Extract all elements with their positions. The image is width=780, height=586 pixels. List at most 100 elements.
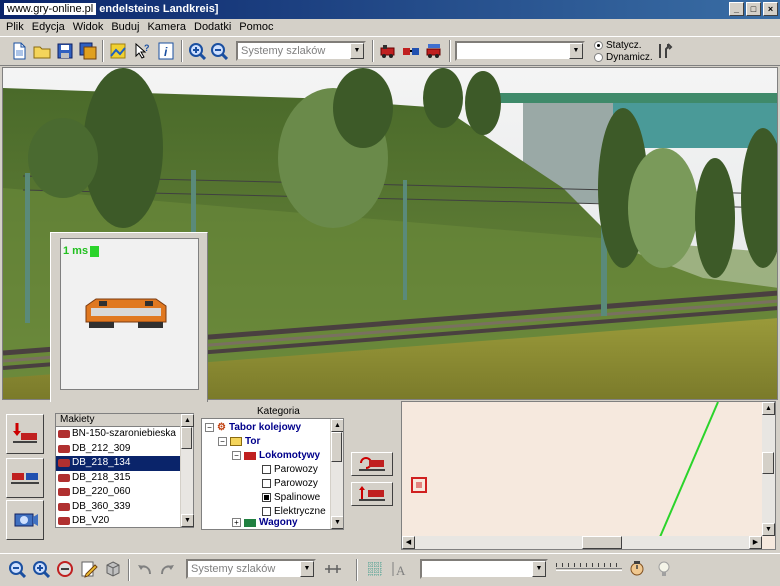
speed-slider[interactable] [556,563,622,571]
checkbox-checked[interactable] [262,493,271,502]
rolling-stock-icon: ⚙ [217,422,226,433]
menu-addons[interactable]: Dodatki [194,21,231,33]
undo-icon[interactable] [134,558,156,580]
menu-camera[interactable]: Kamera [147,21,186,33]
tree-node-rolling-stock[interactable]: − ⚙ Tabor kolejowy [205,422,301,433]
save-all-icon[interactable] [77,40,99,62]
radio-static[interactable]: Statycz. [594,40,642,51]
scroll-up-arrow[interactable]: ▲ [331,419,343,432]
scroll-thumb[interactable] [582,536,622,549]
radio-dynamic-dot[interactable] [594,53,603,62]
category-label: Kategoria [257,406,300,417]
text-measure-icon[interactable]: A [388,558,410,580]
scroll-right-arrow[interactable]: ▶ [749,536,762,549]
tree-item-steam[interactable]: Parowozy [262,464,318,475]
checkbox[interactable] [262,479,271,488]
chevron-down-icon[interactable]: ▼ [569,43,583,59]
edit-pencil-icon[interactable] [78,558,100,580]
category-tree[interactable]: − ⚙ Tabor kolejowy − Tor − Lokomotywy Parowo… [201,418,344,530]
tree-item-steam-2[interactable]: Parowozy [262,478,318,489]
scroll-down-arrow[interactable]: ▼ [181,514,194,527]
locomotive-icon [244,451,256,460]
object-select[interactable]: ▼ [455,41,585,61]
category-tree-scrollbar[interactable]: ▲ ▼ [330,419,343,529]
radio-dynamic-label: Dynamicz. [606,52,653,63]
redo-icon[interactable] [156,558,178,580]
radio-static-label: Statycz. [606,40,642,51]
train-settings-icon[interactable] [423,40,445,62]
menu-file[interactable]: Plik [6,21,24,33]
scroll-left-arrow[interactable]: ◀ [402,536,415,549]
tree-item-electric[interactable]: Elektryczne [262,506,326,517]
checkbox[interactable] [262,465,271,474]
list-item[interactable]: BN-150-szaroniebieska [56,427,193,442]
place-locomotive-icon [359,486,385,501]
camera-button[interactable] [6,500,44,540]
chevron-down-icon[interactable]: ▼ [532,561,546,577]
layer-select[interactable]: Systemy szlaków ▼ [236,41,366,61]
map-vscrollbar[interactable]: ▲ ▼ [762,402,775,536]
save-icon[interactable] [54,40,76,62]
list-item[interactable]: DB_218_315 [56,471,193,486]
grid-icon[interactable] [364,558,386,580]
list-item[interactable]: DB_360_339 [56,500,193,515]
model-preview: 1 ms [60,238,199,390]
overview-map[interactable]: ▲ ▼ ◀ ▶ [401,401,776,550]
status-select-2[interactable]: ▼ [420,559,548,579]
scroll-down-arrow[interactable]: ▼ [762,523,775,536]
models-list-scrollbar[interactable]: ▲ ▼ [180,414,194,527]
models-list-header: Makiety [56,414,193,427]
info-icon[interactable]: i [155,40,177,62]
scroll-up-arrow[interactable]: ▲ [181,414,194,427]
chevron-down-icon[interactable]: ▼ [350,43,364,59]
terrain-icon[interactable] [107,40,129,62]
train-set-button[interactable] [6,458,44,498]
help-cursor-icon[interactable]: ? [131,40,153,62]
close-button[interactable]: × [763,2,778,16]
maximize-button[interactable]: □ [746,2,761,16]
zoom-in-icon[interactable] [30,558,52,580]
radio-dynamic[interactable]: Dynamicz. [594,52,653,63]
tree-node-track[interactable]: − Tor [218,436,260,447]
zoom-out-icon[interactable] [6,558,28,580]
app-window: www.gry-online.pl endelsteins Landkreis]… [0,0,780,586]
minimize-button[interactable]: _ [729,2,744,16]
scroll-thumb[interactable] [181,427,192,449]
scroll-thumb[interactable] [762,452,774,474]
list-item-selected[interactable]: DB_218_134 [56,456,193,471]
rotate-vehicle-button[interactable] [351,452,393,476]
tree-item-diesel[interactable]: Spalinowe [262,492,320,503]
locomotive-icon[interactable] [377,40,399,62]
list-item[interactable]: DB_212_309 [56,442,193,457]
zoom-out-icon[interactable] [208,40,230,62]
menu-edit[interactable]: Edycja [32,21,65,33]
tree-node-wagons[interactable]: + Wagony [232,517,298,528]
track-height-icon[interactable] [322,558,344,580]
open-folder-icon[interactable] [31,40,53,62]
time-control-icon[interactable] [626,557,648,579]
rotate-view-icon[interactable] [54,558,76,580]
map-hscrollbar[interactable]: ◀ ▶ [402,536,762,549]
status-layer-select[interactable]: Systemy szlaków ▼ [186,559,316,579]
cube-icon[interactable] [102,558,124,580]
new-file-icon[interactable] [8,40,30,62]
tree-node-locomotives[interactable]: − Lokomotywy [232,450,320,461]
place-vehicle-button[interactable] [351,482,393,506]
tools-wrench-icon[interactable] [654,40,676,62]
chevron-down-icon[interactable]: ▼ [300,561,314,577]
scroll-down-arrow[interactable]: ▼ [331,516,343,529]
list-item[interactable]: DB_V20 [56,514,193,529]
list-item[interactable]: DB_220_060 [56,485,193,500]
menu-help[interactable]: Pomoc [239,21,273,33]
models-list[interactable]: Makiety BN-150-szaroniebieska DB_212_309… [55,413,194,528]
scroll-thumb[interactable] [331,432,342,462]
menu-view[interactable]: Widok [73,21,104,33]
checkbox[interactable] [262,507,271,516]
menu-build[interactable]: Buduj [111,21,139,33]
radio-static-dot[interactable] [594,41,603,50]
wagon-split-icon[interactable] [400,40,422,62]
rail-vehicle-button[interactable] [6,414,44,454]
scroll-up-arrow[interactable]: ▲ [762,402,775,415]
lightbulb-icon[interactable] [653,558,675,580]
zoom-in-icon[interactable] [186,40,208,62]
